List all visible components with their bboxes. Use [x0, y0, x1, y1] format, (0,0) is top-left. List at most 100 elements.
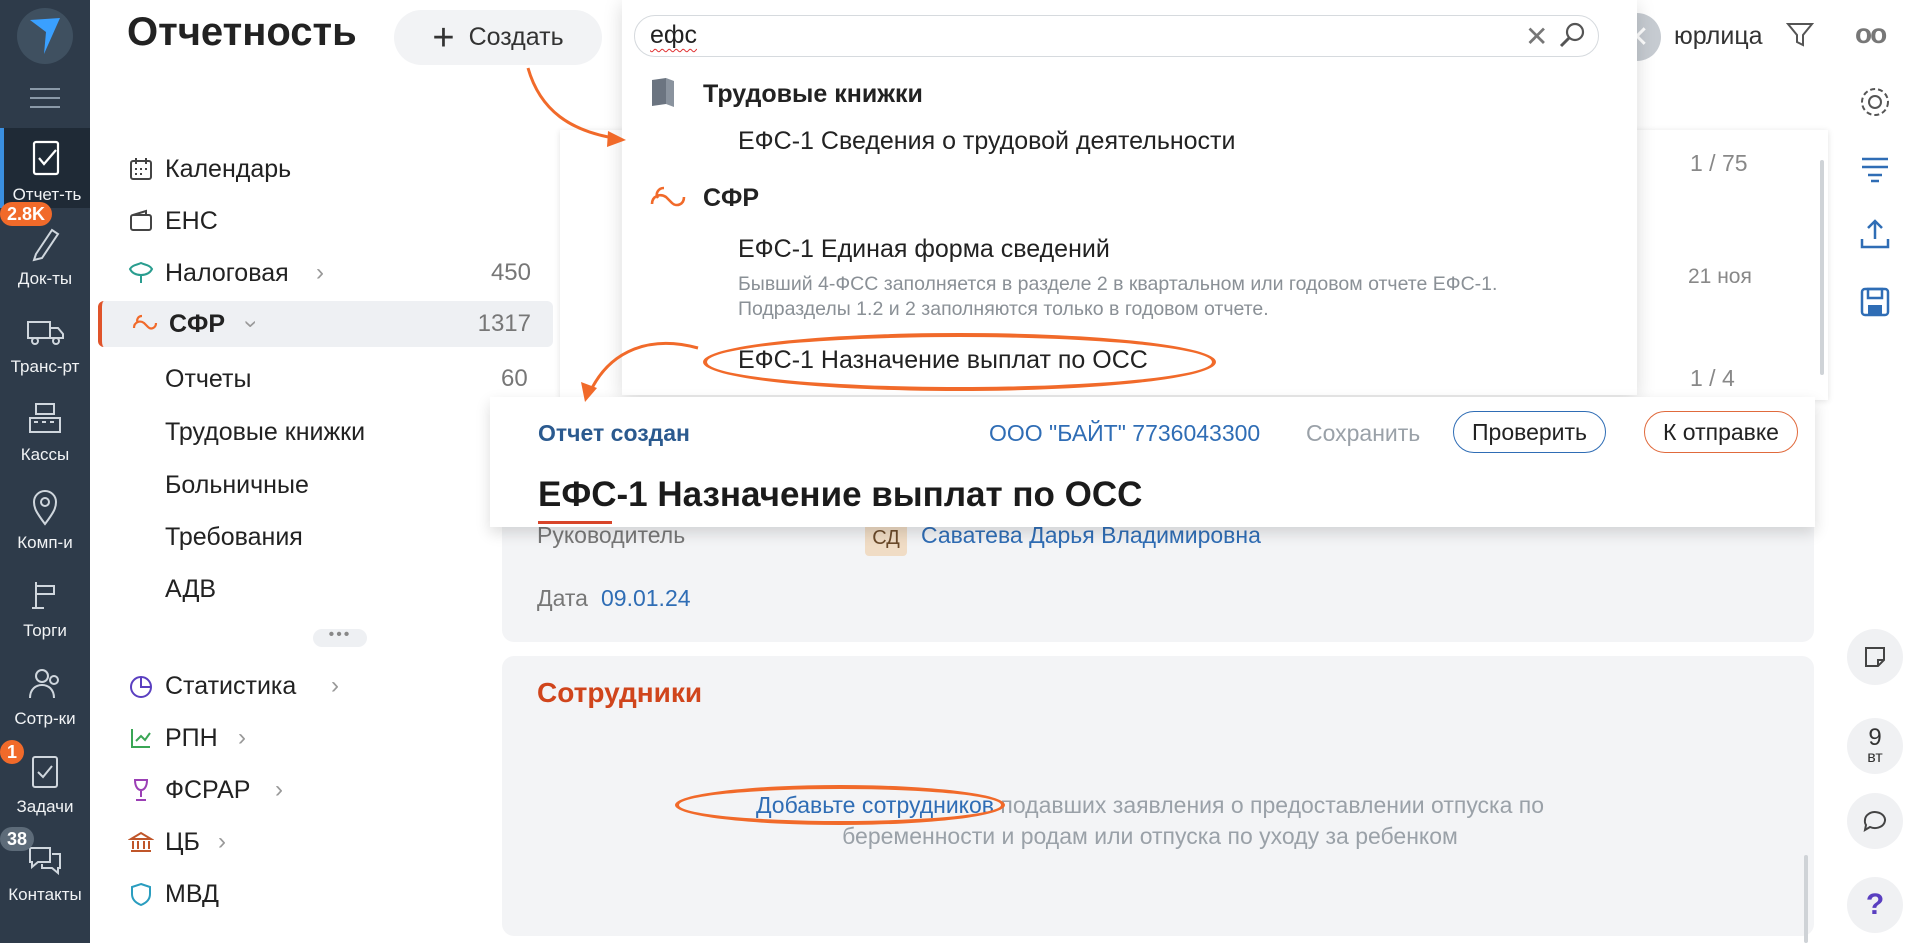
rail-item-reports[interactable]: Отчет-ть — [0, 128, 90, 208]
rail-item-label: Контакты — [8, 885, 82, 904]
rail-item-label: Кассы — [20, 445, 70, 464]
save-button[interactable]: Сохранить — [1306, 420, 1420, 447]
check-button[interactable]: Проверить — [1453, 411, 1607, 453]
nav-item-statistics[interactable]: Статистика › — [98, 663, 553, 709]
app-rail: Отчет-ть Док-ты 2.8K Транс-рт Кассы Комп… — [0, 0, 90, 943]
sfr-logo-icon — [648, 180, 690, 221]
bank-icon — [126, 827, 156, 857]
search-query[interactable]: ефс — [650, 21, 697, 50]
rail-item-employees[interactable]: Сотр-ки — [0, 652, 90, 732]
search-group-title: СФР — [703, 184, 760, 212]
nav-item-count: 450 — [490, 259, 531, 286]
nav-sub-sick-leave[interactable]: Больничные — [165, 471, 309, 500]
rail-item-label: Сотр-ки — [14, 709, 76, 728]
sort-list-icon[interactable] — [1855, 148, 1895, 188]
nav-sub-work-books[interactable]: Трудовые книжки — [165, 418, 365, 447]
rail-item-label: Задачи — [16, 797, 74, 816]
nav-item-label: Налоговая — [165, 258, 289, 287]
documents-icon — [32, 228, 60, 262]
chevron-right-icon: › — [218, 828, 226, 855]
nav-item-calendar[interactable]: Календарь — [98, 146, 553, 192]
create-button[interactable]: + Создать — [394, 10, 602, 65]
nav-item-tax[interactable]: Налоговая › 450 — [98, 250, 553, 296]
nav-item-rpn[interactable]: РПН › — [98, 715, 553, 761]
gear-icon[interactable] — [1855, 82, 1895, 122]
chat-icon[interactable] — [1847, 793, 1903, 849]
more-menu-icon[interactable]: оо — [1855, 18, 1887, 50]
sfr-logo-icon — [130, 309, 160, 339]
shield-icon — [126, 879, 156, 909]
org-filter-label[interactable]: юрлица — [1674, 22, 1763, 51]
nav-item-label: ЦБ — [165, 827, 200, 856]
nav-sub-adv[interactable]: АДВ — [165, 575, 216, 604]
report-title: ЕФС-1 Назначение выплат по ОСС — [538, 475, 1143, 514]
report-status: Отчет создан — [538, 420, 690, 446]
calendar-icon — [126, 154, 156, 184]
rail-item-transport[interactable]: Транс-рт — [0, 300, 90, 380]
documents-badge: 2.8K — [0, 202, 53, 226]
calendar-day-number: 9 — [1868, 724, 1882, 751]
search-result[interactable]: ЕФС-1 Единая форма сведений — [738, 235, 1110, 264]
nav-item-label: Календарь — [165, 154, 292, 183]
nav-item-label: СФР — [169, 309, 226, 338]
chevron-right-icon: › — [331, 672, 339, 699]
nav-item-label: РПН — [165, 723, 218, 752]
chevron-down-icon: › — [238, 320, 265, 328]
content-scrollbar[interactable] — [1804, 855, 1808, 943]
date-value[interactable]: 09.01.24 — [601, 585, 691, 612]
report-header: Отчет создан ООО "БАЙТ" 7736043300 Сохра… — [490, 397, 1815, 527]
to-sending-button[interactable]: К отправке — [1644, 411, 1798, 453]
search-input[interactable] — [634, 15, 1599, 57]
rail-item-auctions[interactable]: Торги — [0, 564, 90, 644]
organization-link[interactable]: ООО "БАЙТ" 7736043300 — [989, 420, 1260, 447]
search-group-title: Трудовые книжки — [703, 80, 923, 108]
tasks-badge: 1 — [0, 740, 25, 764]
create-button-label: Создать — [468, 23, 564, 51]
title-underline — [538, 521, 612, 524]
rail-item-cash[interactable]: Кассы — [0, 388, 90, 468]
calendar-day-name: вт — [1867, 749, 1883, 766]
nav-item-count: 1317 — [477, 310, 531, 337]
clear-search-icon[interactable]: ✕ — [1525, 20, 1548, 53]
plus-icon: + — [432, 16, 455, 59]
rail-item-companies[interactable]: Комп-и — [0, 476, 90, 556]
list-scrollbar[interactable] — [1820, 160, 1824, 375]
rail-item-label: Торги — [23, 621, 67, 640]
nav-item-mvd[interactable]: МВД — [98, 871, 553, 917]
nav-sub-requirements[interactable]: Требования — [165, 523, 303, 552]
book-icon — [648, 76, 678, 115]
chevron-right-icon: › — [316, 259, 324, 286]
nav-item-label: Статистика — [165, 671, 297, 700]
menu-icon[interactable] — [30, 88, 60, 108]
nav-item-sfr[interactable]: СФР › 1317 — [98, 301, 553, 347]
filter-icon[interactable] — [1785, 20, 1815, 55]
search-results-panel — [622, 0, 1637, 395]
rail-item-label: Транс-рт — [10, 357, 80, 376]
rpn-icon — [126, 723, 156, 753]
nav-item-ens[interactable]: ЕНС — [98, 198, 553, 244]
rail-item-label: Комп-и — [17, 533, 73, 552]
wallet-icon — [126, 206, 156, 236]
cash-register-icon — [29, 403, 61, 433]
calendar-day-widget[interactable]: 9 вт — [1847, 718, 1903, 774]
search-icon[interactable] — [1557, 20, 1587, 55]
contacts-badge: 38 — [0, 827, 35, 851]
date-label: Дата — [537, 585, 588, 611]
app-logo-icon[interactable] — [17, 8, 73, 64]
save-icon[interactable] — [1855, 282, 1895, 322]
search-result[interactable]: ЕФС-1 Сведения о трудовой деятельности — [738, 127, 1235, 156]
more-dots-icon[interactable]: ••• — [313, 627, 367, 647]
note-icon[interactable] — [1847, 629, 1903, 685]
nav-sub-count: 60 — [501, 365, 528, 392]
help-icon[interactable]: ? — [1847, 877, 1903, 933]
page-title: Отчетность — [127, 10, 357, 54]
nav-sub-reports[interactable]: Отчеты — [165, 365, 251, 394]
report-icon — [32, 140, 60, 176]
nav-item-label: ФСРАР — [165, 775, 251, 804]
goblet-icon — [126, 775, 156, 805]
nav-item-cb[interactable]: ЦБ › — [98, 819, 553, 865]
highlight-ellipse — [675, 785, 1005, 825]
upload-icon[interactable] — [1855, 214, 1895, 254]
nav-item-fsrar[interactable]: ФСРАР › — [98, 767, 553, 813]
map-pin-icon — [32, 490, 58, 526]
